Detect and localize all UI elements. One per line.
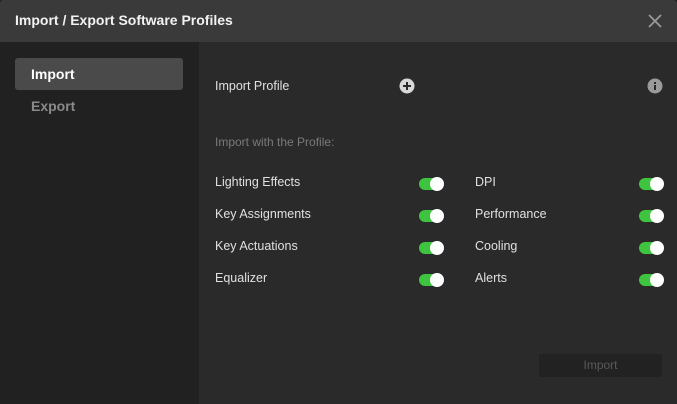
toggle-cooling[interactable] bbox=[639, 241, 664, 255]
import-panel: Import Profile Import with the Profile: … bbox=[199, 42, 677, 404]
option-label-cooling: Cooling bbox=[475, 239, 518, 253]
toggle-dpi[interactable] bbox=[639, 177, 664, 191]
sidebar-item-label: Export bbox=[31, 98, 76, 114]
option-label-equalizer: Equalizer bbox=[215, 271, 268, 285]
option-label-key-actuations: Key Actuations bbox=[215, 239, 298, 253]
toggle-knob bbox=[430, 273, 444, 287]
sidebar-item-label: Import bbox=[31, 66, 75, 82]
toggle-alerts[interactable] bbox=[639, 273, 664, 287]
import-button[interactable]: Import bbox=[539, 354, 662, 377]
option-label-key-assignments: Key Assignments bbox=[215, 207, 311, 221]
info-icon[interactable] bbox=[647, 78, 663, 94]
toggle-knob bbox=[650, 273, 664, 287]
section-title: Import with the Profile: bbox=[215, 135, 335, 149]
window-title: Import / Export Software Profiles bbox=[15, 12, 233, 28]
option-label-alerts: Alerts bbox=[475, 271, 507, 285]
title-bar: Import / Export Software Profiles bbox=[0, 0, 677, 42]
option-label-dpi: DPI bbox=[475, 175, 496, 189]
toggle-knob bbox=[650, 209, 664, 223]
plus-circle-icon[interactable] bbox=[399, 78, 415, 94]
toggle-knob bbox=[430, 177, 444, 191]
toggle-knob bbox=[430, 241, 444, 255]
sidebar-item-export[interactable]: Export bbox=[15, 90, 183, 122]
toggle-key-actuations[interactable] bbox=[419, 241, 444, 255]
option-label-lighting-effects: Lighting Effects bbox=[215, 175, 301, 189]
toggle-knob bbox=[430, 209, 444, 223]
toggle-equalizer[interactable] bbox=[419, 273, 444, 287]
import-profile-label: Import Profile bbox=[215, 79, 290, 93]
toggle-knob bbox=[650, 241, 664, 255]
sidebar-item-import[interactable]: Import bbox=[15, 58, 183, 90]
toggle-key-assignments[interactable] bbox=[419, 209, 444, 223]
close-icon[interactable] bbox=[647, 13, 663, 29]
sidebar: Import Export bbox=[0, 42, 199, 404]
toggle-knob bbox=[650, 177, 664, 191]
option-label-performance: Performance bbox=[475, 207, 547, 221]
toggle-performance[interactable] bbox=[639, 209, 664, 223]
toggle-lighting-effects[interactable] bbox=[419, 177, 444, 191]
